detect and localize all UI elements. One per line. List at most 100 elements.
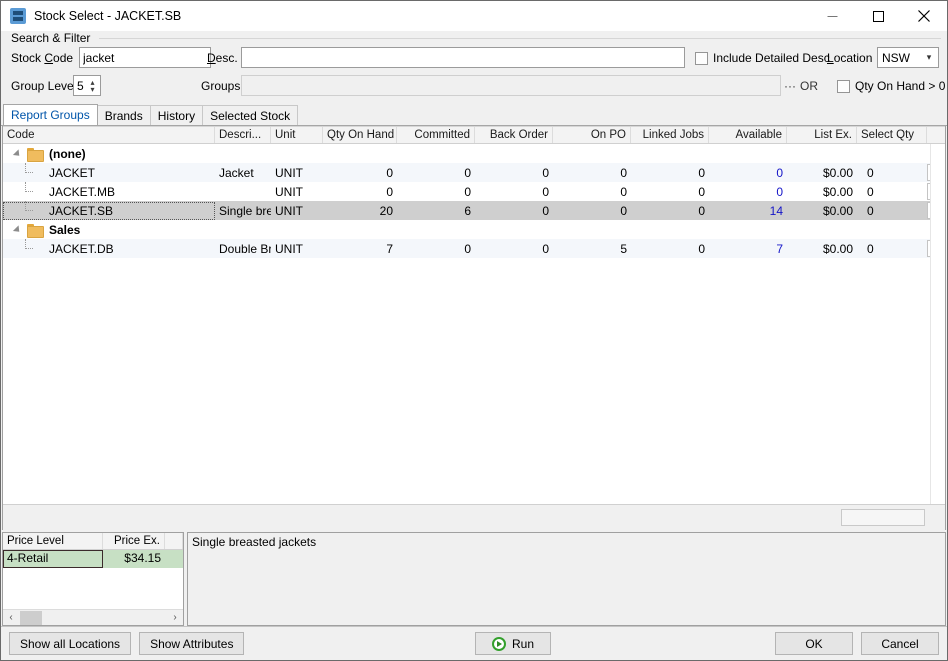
column-header-committed[interactable]: Committed bbox=[397, 127, 475, 143]
table-row-group[interactable]: (none) bbox=[3, 144, 945, 163]
window-title: Stock Select - JACKET.SB bbox=[34, 9, 181, 23]
include-detailed-desc-label: Include Detailed Desc bbox=[713, 48, 830, 68]
groups-input[interactable] bbox=[241, 75, 781, 96]
cell-list-ex: $0.00 bbox=[787, 202, 857, 220]
minimize-icon[interactable] bbox=[809, 1, 855, 31]
tab-brands[interactable]: Brands bbox=[97, 105, 151, 125]
folder-icon bbox=[27, 224, 43, 236]
cell-select-qty[interactable]: 0 bbox=[857, 202, 927, 220]
chevron-expand-icon[interactable] bbox=[14, 148, 25, 159]
tab-history[interactable]: History bbox=[150, 105, 203, 125]
cell-price-level: 4-Retail bbox=[3, 550, 103, 568]
cell-available[interactable]: 0 bbox=[709, 183, 787, 201]
table-row[interactable]: JACKET.DB Double Br UNIT 7 0 0 5 0 7 $0.… bbox=[3, 239, 945, 258]
cell-available[interactable]: 7 bbox=[709, 240, 787, 258]
desc-label: Desc. bbox=[207, 48, 238, 68]
cell-linked-jobs: 0 bbox=[631, 183, 709, 201]
cell-back-order: 0 bbox=[475, 183, 553, 201]
cell-on-po: 0 bbox=[553, 202, 631, 220]
cell-price-extra bbox=[165, 550, 183, 568]
column-header-unit[interactable]: Unit bbox=[271, 127, 323, 143]
notes-field[interactable]: Single breasted jackets bbox=[187, 532, 946, 626]
column-header-available[interactable]: Available bbox=[709, 127, 787, 143]
cell-select-qty[interactable]: 0 bbox=[857, 164, 927, 182]
grid-footer-total bbox=[841, 509, 925, 526]
cell-on-po: 5 bbox=[553, 240, 631, 258]
search-filter-legend: Search & Filter bbox=[9, 31, 93, 45]
group-level-label: Group Level bbox=[11, 76, 76, 96]
grid-body: (none) JACKET Jacket UNIT 0 0 0 0 0 0 $0… bbox=[3, 144, 945, 504]
table-row-group[interactable]: Sales bbox=[3, 220, 945, 239]
tab-label: History bbox=[158, 109, 195, 123]
column-header-linked-jobs[interactable]: Linked Jobs bbox=[631, 127, 709, 143]
column-header-price-level[interactable]: Price Level bbox=[3, 533, 103, 549]
table-row[interactable]: JACKET.MB UNIT 0 0 0 0 0 0 $0.00 0 ▴▾ bbox=[3, 182, 945, 201]
column-header-list-ex[interactable]: List Ex. bbox=[787, 127, 857, 143]
price-grid-horizontal-scrollbar[interactable]: ‹ › bbox=[3, 609, 183, 625]
column-header-qty-on-hand[interactable]: Qty On Hand bbox=[323, 127, 397, 143]
cell-available[interactable]: 14 bbox=[709, 202, 787, 220]
stock-code-input[interactable] bbox=[79, 47, 211, 68]
column-header-description[interactable]: Descri... bbox=[215, 127, 271, 143]
ok-button[interactable]: OK bbox=[775, 632, 853, 655]
column-header-code[interactable]: Code bbox=[3, 127, 215, 143]
cell-description: Double Br bbox=[215, 240, 271, 258]
app-icon bbox=[10, 8, 26, 24]
cell-back-order: 0 bbox=[475, 164, 553, 182]
column-header-price-extra[interactable] bbox=[165, 533, 183, 549]
cell-available[interactable]: 0 bbox=[709, 164, 787, 182]
table-row-selected[interactable]: JACKET.SB Single bre UNIT 20 6 0 0 0 14 … bbox=[3, 201, 945, 220]
cell-back-order: 0 bbox=[475, 202, 553, 220]
cell-committed: 0 bbox=[397, 240, 475, 258]
title-bar: Stock Select - JACKET.SB bbox=[1, 1, 947, 31]
stepper-arrows-icon[interactable]: ▴▾ bbox=[85, 76, 100, 95]
cell-committed: 0 bbox=[397, 183, 475, 201]
run-button[interactable]: Run bbox=[475, 632, 551, 655]
table-row[interactable]: JACKET Jacket UNIT 0 0 0 0 0 0 $0.00 0 ▴… bbox=[3, 163, 945, 182]
scroll-left-icon[interactable]: ‹ bbox=[3, 612, 19, 623]
chevron-expand-icon[interactable] bbox=[14, 224, 25, 235]
scrollbar-thumb[interactable] bbox=[20, 611, 42, 625]
show-attributes-button[interactable]: Show Attributes bbox=[139, 632, 244, 655]
tab-selected-stock[interactable]: Selected Stock bbox=[202, 105, 298, 125]
cell-select-qty[interactable]: 0 bbox=[857, 240, 927, 258]
detail-panel: Price Level Price Ex. 4-Retail $34.15 ‹ … bbox=[1, 530, 947, 626]
group-level-stepper[interactable]: 5 ▴▾ bbox=[73, 75, 101, 96]
groups-label: Groups bbox=[201, 76, 240, 96]
cell-committed: 6 bbox=[397, 202, 475, 220]
tab-report-groups[interactable]: Report Groups bbox=[3, 104, 98, 125]
cell-select-qty[interactable]: 0 bbox=[857, 183, 927, 201]
location-select[interactable]: NSW ▾ bbox=[877, 47, 939, 68]
grid-footer bbox=[3, 504, 945, 530]
tab-label: Brands bbox=[105, 109, 143, 123]
price-row[interactable]: 4-Retail $34.15 bbox=[3, 550, 183, 568]
group-label: Sales bbox=[49, 221, 80, 239]
cell-back-order: 0 bbox=[475, 240, 553, 258]
groups-or-button[interactable]: ··· OR bbox=[783, 75, 819, 96]
desc-input[interactable] bbox=[241, 47, 685, 68]
show-all-locations-button[interactable]: Show all Locations bbox=[9, 632, 131, 655]
qty-on-hand-checkbox[interactable]: Qty On Hand > 0 bbox=[837, 76, 945, 96]
cell-code: JACKET.MB bbox=[3, 183, 215, 201]
grid-vertical-scrollbar[interactable] bbox=[930, 144, 945, 504]
cell-qty-on-hand: 0 bbox=[323, 183, 397, 201]
column-header-price-ex[interactable]: Price Ex. bbox=[103, 533, 165, 549]
location-label: Location bbox=[827, 48, 872, 68]
price-grid-empty-space bbox=[3, 568, 183, 609]
group-cell: Sales bbox=[3, 221, 215, 239]
column-header-on-po[interactable]: On PO bbox=[553, 127, 631, 143]
include-detailed-desc-checkbox[interactable]: Include Detailed Desc bbox=[695, 48, 830, 68]
cell-unit: UNIT bbox=[271, 240, 323, 258]
maximize-icon[interactable] bbox=[855, 1, 901, 31]
checkbox-box bbox=[695, 52, 708, 65]
close-icon[interactable] bbox=[901, 1, 947, 31]
scroll-right-icon[interactable]: › bbox=[167, 612, 183, 623]
column-header-select-qty[interactable]: Select Qty bbox=[857, 127, 927, 143]
cancel-button[interactable]: Cancel bbox=[861, 632, 939, 655]
group-label: (none) bbox=[49, 145, 86, 163]
chevron-down-icon: ▾ bbox=[920, 52, 938, 63]
cell-qty-on-hand: 7 bbox=[323, 240, 397, 258]
cell-qty-on-hand: 20 bbox=[323, 202, 397, 220]
cell-linked-jobs: 0 bbox=[631, 202, 709, 220]
column-header-back-order[interactable]: Back Order bbox=[475, 127, 553, 143]
